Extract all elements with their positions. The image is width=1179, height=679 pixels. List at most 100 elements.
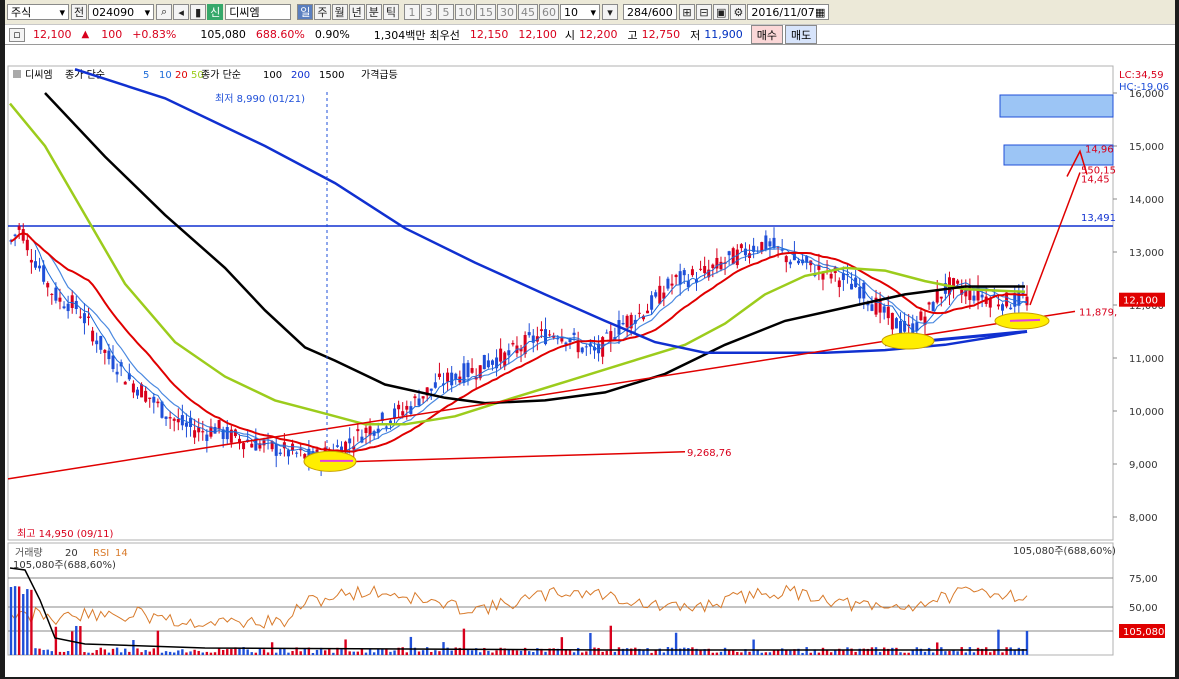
candle-body	[58, 297, 62, 302]
candle-body	[87, 316, 91, 318]
candle-body	[499, 348, 503, 362]
candle-body	[429, 388, 433, 391]
volume-bar	[213, 652, 217, 655]
y-tick-label: 8,000	[1129, 513, 1158, 524]
candle-body	[172, 418, 176, 421]
candle-body	[107, 350, 111, 360]
candle-body	[1025, 296, 1029, 306]
candle-body	[837, 280, 841, 288]
candle-body	[919, 311, 923, 321]
volume-bar	[1009, 647, 1012, 655]
candle-body	[882, 306, 886, 313]
candle-body	[927, 302, 931, 305]
volume-bar	[58, 651, 62, 655]
volume-bar	[193, 649, 196, 655]
candle-body	[115, 371, 119, 375]
volume-bar	[931, 652, 935, 655]
hc-label: HC:-19,06	[1119, 82, 1169, 93]
candle-body	[829, 273, 833, 279]
volume-bar	[903, 652, 906, 655]
candle-body	[956, 280, 960, 284]
volume-bar	[846, 647, 849, 655]
volume-bar	[544, 651, 547, 655]
candle-body	[250, 443, 254, 448]
volume-bar	[311, 652, 315, 655]
candle-body	[1001, 304, 1005, 311]
volume-bar	[246, 649, 249, 655]
volume-bar	[409, 636, 413, 655]
volume-bar	[829, 652, 833, 655]
candle-body	[576, 342, 580, 353]
volume-bar	[976, 647, 980, 655]
volume-bar	[817, 652, 821, 655]
candle-body	[637, 312, 641, 314]
candle-body	[99, 335, 103, 350]
y-tick-label: 11,000	[1129, 354, 1164, 365]
candle-body	[996, 304, 1000, 307]
candle-body	[772, 237, 776, 248]
candle-body	[454, 373, 458, 380]
volume-bar	[421, 650, 425, 655]
volume-bar	[923, 651, 927, 655]
volume-bar	[1025, 631, 1029, 655]
sub-legend-rsi-period: 14	[115, 548, 128, 559]
volume-bar	[907, 652, 910, 655]
candle-body	[572, 332, 576, 336]
volume-bar	[687, 648, 690, 655]
legend-ma-short-period: 10	[159, 70, 172, 81]
candle-body	[17, 226, 21, 230]
volume-bar	[111, 648, 115, 655]
candle-body	[144, 390, 148, 402]
candle-body	[111, 355, 115, 370]
legend-ma-long-period: 200	[291, 70, 310, 81]
sub-legend-volume: 거래량	[15, 547, 43, 559]
sub-volume-label: 105,080주(688,60%)	[13, 560, 116, 571]
volume-bar	[173, 652, 176, 655]
candle-body	[735, 249, 739, 266]
candle-body	[711, 264, 715, 269]
candle-body	[666, 278, 670, 289]
volume-bar	[646, 648, 649, 655]
volume-bar	[393, 650, 396, 655]
volume-bar	[748, 651, 751, 655]
volume-bar	[878, 652, 882, 655]
volume-bar	[417, 651, 421, 655]
candle-body	[135, 389, 139, 396]
volume-bar	[54, 626, 58, 655]
legend-ma-long-period: 100	[263, 70, 282, 81]
candle-body	[33, 261, 37, 268]
support-label: 9,268,76	[687, 448, 732, 459]
volume-bar	[9, 586, 13, 655]
max-label: 최고 14,950 (09/11)	[17, 528, 113, 540]
volume-bar	[66, 651, 70, 655]
volume-bar	[323, 650, 327, 655]
volume-bar	[266, 652, 270, 655]
volume-bar	[124, 648, 127, 655]
volume-bar	[62, 651, 66, 655]
candle-body	[13, 234, 17, 236]
volume-bar	[201, 652, 204, 655]
candle-body	[482, 354, 486, 370]
candle-body	[70, 295, 74, 308]
volume-bar	[83, 652, 86, 655]
min-label: 최저 8,990 (01/21)	[215, 93, 305, 105]
volume-bar	[356, 651, 360, 655]
highlight-low-2	[881, 332, 935, 350]
volume-bar	[30, 589, 33, 655]
y-tick-label: 15,000	[1129, 142, 1164, 153]
volume-bar	[568, 649, 572, 655]
volume-bar	[927, 647, 931, 655]
volume-bar	[854, 651, 857, 655]
candle-body	[262, 440, 266, 446]
volume-bar	[666, 647, 670, 655]
volume-bar	[809, 652, 812, 655]
volume-bar	[181, 649, 184, 655]
candle-body	[184, 422, 188, 427]
candle-body	[584, 346, 588, 348]
volume-bar	[764, 652, 768, 655]
candle-body	[335, 445, 339, 447]
candle-body	[507, 350, 511, 356]
target3-label: 14,45	[1081, 175, 1110, 186]
volume-bar	[91, 652, 94, 655]
candle-body	[168, 417, 172, 419]
